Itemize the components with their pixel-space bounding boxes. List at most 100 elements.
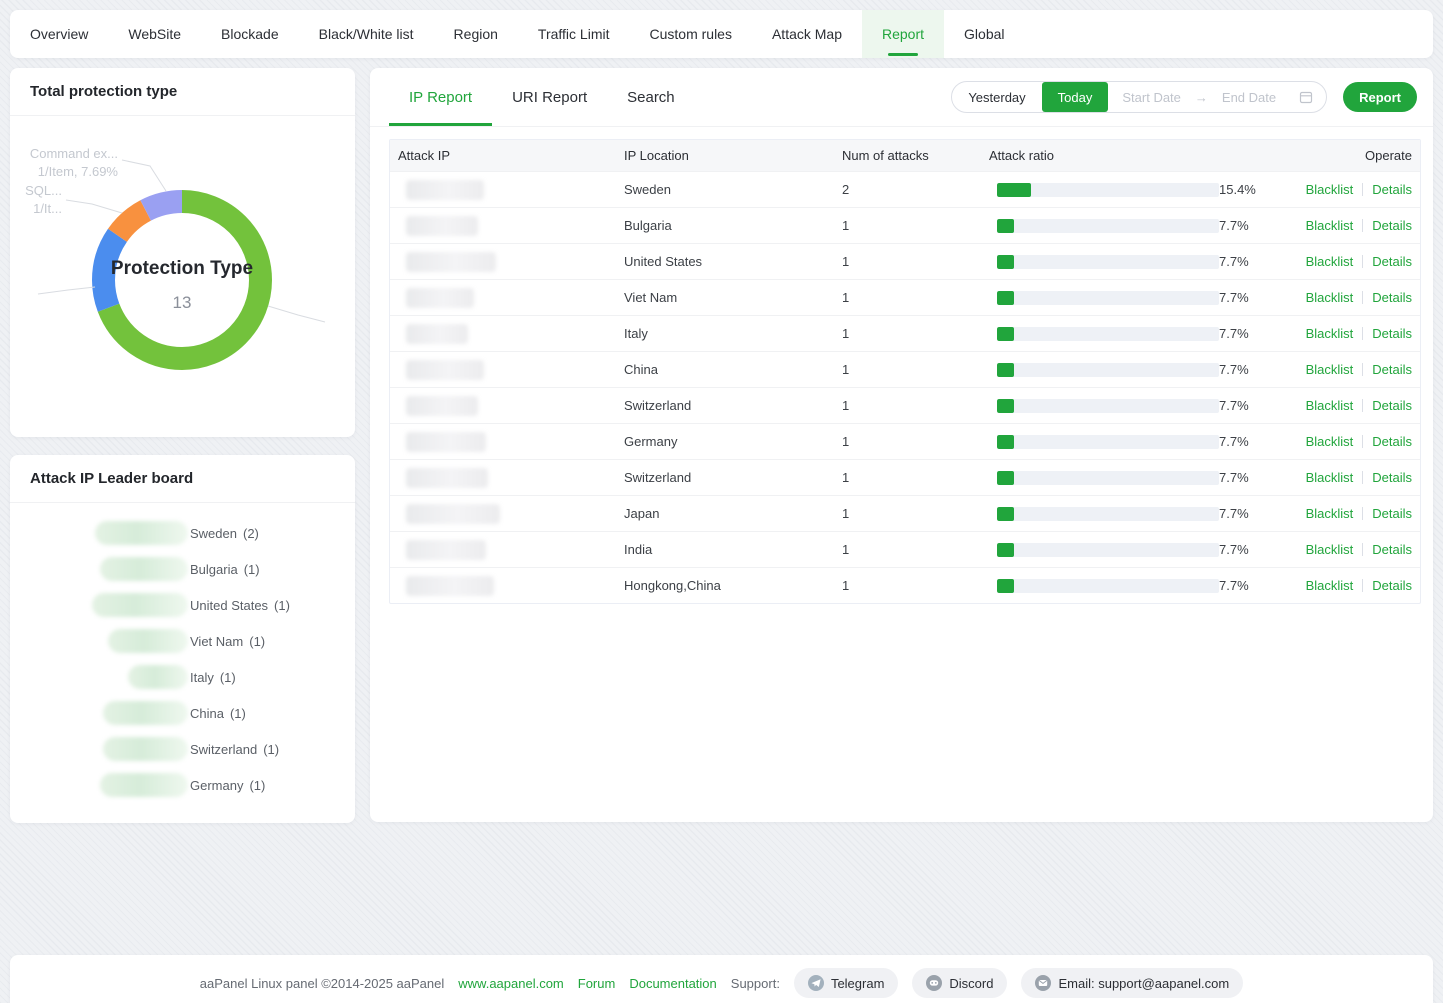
copyright-text: aaPanel Linux panel ©2014-2025 aaPanel [200,976,445,991]
blacklist-link[interactable]: Blacklist [1306,398,1354,413]
forum-link[interactable]: Forum [578,976,616,991]
today-button[interactable]: Today [1042,82,1109,112]
aapanel-site-link[interactable]: www.aapanel.com [458,976,564,991]
ratio-bar-fill [997,543,1014,557]
ratio-bar-fill [997,507,1014,521]
ip-location-cell: Switzerland [616,398,834,413]
ratio-bar-track [997,507,1219,521]
blacklist-link[interactable]: Blacklist [1306,470,1354,485]
details-link[interactable]: Details [1372,182,1412,197]
total-protection-header: Total protection type [10,68,355,116]
end-date-input[interactable]: End Date [1208,90,1290,105]
attack-ip-cell [390,288,616,308]
ratio-bar-track [997,327,1219,341]
table-row: Italy17.7%BlacklistDetails [390,315,1420,351]
blacklist-link[interactable]: Blacklist [1306,578,1354,593]
blacklist-link[interactable]: Blacklist [1306,254,1354,269]
details-link[interactable]: Details [1372,254,1412,269]
operate-divider [1362,363,1363,376]
telegram-button[interactable]: Telegram [794,968,898,998]
details-link[interactable]: Details [1372,470,1412,485]
details-link[interactable]: Details [1372,434,1412,449]
nav-tab-report[interactable]: Report [862,10,944,58]
generate-report-button[interactable]: Report [1343,82,1417,112]
documentation-link[interactable]: Documentation [629,976,716,991]
operate-cell: Blacklist Details [1281,182,1420,197]
calendar-icon[interactable] [1298,89,1314,105]
blacklist-link[interactable]: Blacklist [1306,326,1354,341]
tab-search[interactable]: Search [607,68,695,126]
redacted-ip-blob [406,324,468,344]
col-ip-location: IP Location [616,148,834,163]
ratio-bar-fill [997,255,1014,269]
tab-ip-report[interactable]: IP Report [389,68,492,126]
blacklist-link[interactable]: Blacklist [1306,290,1354,305]
blacklist-link[interactable]: Blacklist [1306,218,1354,233]
total-protection-card: Total protection type Command ex... 1/It… [10,68,355,437]
attack-ip-cell [390,216,616,236]
num-attacks-cell: 1 [834,578,981,593]
num-attacks-cell: 1 [834,506,981,521]
attack-ip-cell [390,468,616,488]
operate-cell: Blacklist Details [1281,326,1420,341]
details-link[interactable]: Details [1372,542,1412,557]
attack-ip-cell [390,360,616,380]
details-link[interactable]: Details [1372,326,1412,341]
nav-tab-overview[interactable]: Overview [10,10,108,58]
details-link[interactable]: Details [1372,290,1412,305]
details-link[interactable]: Details [1372,218,1412,233]
operate-cell: Blacklist Details [1281,470,1420,485]
tab-uri-report[interactable]: URI Report [492,68,607,126]
leaderboard-count: (1) [249,778,265,793]
attack-ip-cell [390,252,616,272]
email-button[interactable]: Email: support@aapanel.com [1021,968,1243,998]
blacklist-link[interactable]: Blacklist [1306,182,1354,197]
nav-tab-black-white-list[interactable]: Black/White list [299,10,434,58]
operate-divider [1362,471,1363,484]
callout-sql-name: SQL... [25,183,62,198]
leaderboard-item-switzerland: Switzerland(1) [10,731,355,767]
ratio-percent-label: 7.7% [1211,362,1281,377]
operate-cell: Blacklist Details [1281,398,1420,413]
redacted-ip-blob [92,593,188,617]
details-link[interactable]: Details [1372,362,1412,377]
nav-tab-global[interactable]: Global [944,10,1024,58]
leaderboard-item-viet-nam: Viet Nam(1) [10,623,355,659]
attack-ip-cell [390,324,616,344]
blacklist-link[interactable]: Blacklist [1306,362,1354,377]
leaderboard-count: (1) [263,742,279,757]
callout-line-left [38,287,95,294]
ratio-bar-track [997,579,1219,593]
operate-divider [1362,291,1363,304]
nav-tab-blockade[interactable]: Blockade [201,10,299,58]
leaderboard-country: Viet Nam [190,634,243,649]
donut-center-label: Protection Type [111,258,253,279]
blacklist-link[interactable]: Blacklist [1306,542,1354,557]
redacted-ip-blob [406,216,478,236]
attack-ip-cell [390,540,616,560]
nav-tab-attack-map[interactable]: Attack Map [752,10,862,58]
start-date-input[interactable]: Start Date [1108,90,1195,105]
ratio-bar-fill [997,219,1014,233]
attack-ratio-cell [981,399,1211,413]
ratio-bar-track [997,255,1219,269]
leaderboard-item-germany: Germany(1) [10,767,355,803]
num-attacks-cell: 1 [834,434,981,449]
nav-tab-region[interactable]: Region [434,10,518,58]
nav-tab-traffic-limit[interactable]: Traffic Limit [518,10,630,58]
attack-ratio-cell [981,363,1211,377]
details-link[interactable]: Details [1372,398,1412,413]
nav-tab-website[interactable]: WebSite [108,10,201,58]
discord-button[interactable]: Discord [912,968,1007,998]
blacklist-link[interactable]: Blacklist [1306,506,1354,521]
report-card: IP ReportURI ReportSearch Yesterday Toda… [370,68,1433,822]
blacklist-link[interactable]: Blacklist [1306,434,1354,449]
yesterday-button[interactable]: Yesterday [952,82,1041,112]
ratio-percent-label: 7.7% [1211,290,1281,305]
nav-tab-custom-rules[interactable]: Custom rules [630,10,752,58]
details-link[interactable]: Details [1372,506,1412,521]
table-row: India17.7%BlacklistDetails [390,531,1420,567]
leaderboard-country: China [190,706,224,721]
details-link[interactable]: Details [1372,578,1412,593]
attack-ip-cell [390,576,616,596]
